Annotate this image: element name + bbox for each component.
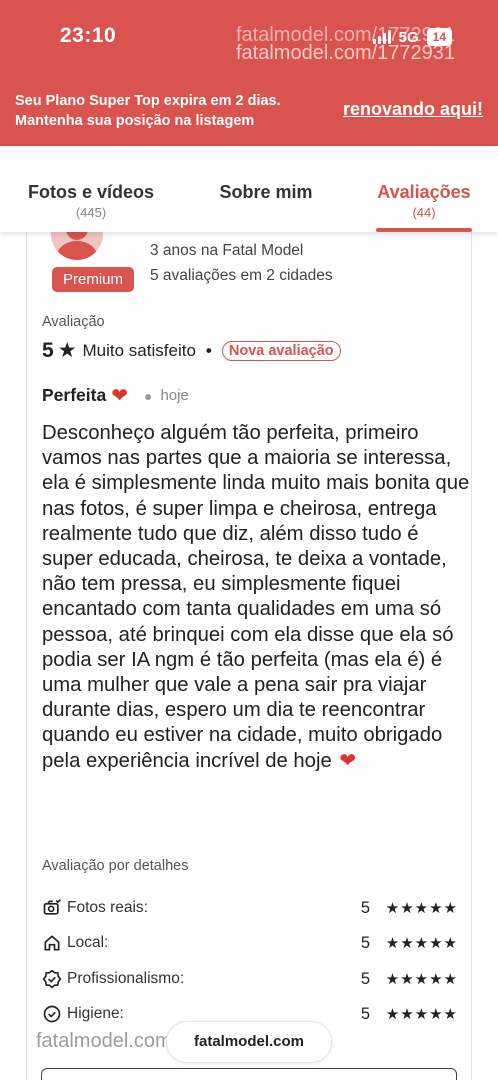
separator-dot: ● [143,387,153,404]
heart-icon: ❤ [111,385,128,407]
details-label: Avaliação por detalhes [42,858,189,874]
plan-line-2: Mantenha sua posição na listagem [15,113,255,129]
renew-plan-link[interactable]: renovando aqui! [343,99,483,120]
rating-score: 5 [42,338,54,362]
url-bar[interactable]: fatalmodel.com [166,1021,332,1063]
check-circle-icon [43,1005,61,1023]
tab-avaliacoes[interactable]: Avaliações (44) [374,182,474,220]
detail-row-profissionalismo: Profissionalismo: 5 ★★★★★ [42,967,458,991]
plan-expiry-text: Seu Plano Super Top expira em 2 dias. Ma… [15,91,281,131]
detail-value: 5 [360,969,370,988]
home-icon [44,935,60,951]
battery-icon: 14 [426,28,452,46]
reviewer-since: 3 anos na Fatal Model [150,242,304,259]
detail-stars: ★★★★★ [385,935,458,952]
camera-check-icon [43,899,61,915]
review-body: Desconheço alguém tão perfeita, primeiro… [42,421,472,774]
status-time: 23:10 [60,24,117,47]
detail-label: Higiene: [67,1005,124,1022]
detail-value: 5 [360,1004,370,1023]
rating-text: Muito satisfeito [82,340,196,360]
separator-dot: • [205,340,212,360]
network-type: 5G [398,28,419,46]
detail-label: Local: [67,934,109,951]
detail-row-local: Local: 5 ★★★★★ [42,931,458,955]
review-text: Desconheço alguém tão perfeita, primeiro… [42,422,470,772]
tab-label: Avaliações [377,182,471,202]
review-time: hoje [160,387,189,404]
detail-stars: ★★★★★ [385,971,458,988]
top-banner: 23:10 fatalmodel.com/1772931 fatalmodel.… [0,0,498,146]
detail-stars: ★★★★★ [385,900,458,917]
rating-section-label: Avaliação [42,314,105,330]
detail-value: 5 [360,898,370,917]
tab-label: Sobre mim [219,182,313,202]
new-review-badge: Nova avaliação [221,340,341,361]
active-tab-indicator [376,228,472,232]
shield-check-icon [42,969,62,989]
detail-label: Profissionalismo: [67,970,185,987]
rating-row: 5 ★ Muito satisfeito • Nova avaliação [42,338,341,363]
heart-icon: ❤ [339,749,357,772]
status-icons: 5G 14 [372,28,452,46]
reviewer-review-count: 5 avaliações em 2 cidades [150,267,333,284]
bottom-action-button[interactable] [41,1068,457,1080]
premium-badge: Premium [52,267,134,292]
tab-sobre-mim[interactable]: Sobre mim [212,182,320,205]
review-title: Perfeita [42,385,107,405]
detail-row-fotos: Fotos reais: 5 ★★★★★ [42,896,458,920]
detail-stars: ★★★★★ [385,1006,458,1023]
star-icon: ★ [57,339,77,362]
signal-icon [372,30,391,44]
review-title-row: Perfeita ❤ ● hoje [42,383,189,408]
tab-count: (44) [412,205,436,220]
profile-tabs: Fotos e vídeos (445) Sobre mim Avaliaçõe… [0,146,498,232]
tab-count: (445) [75,205,107,220]
tab-label: Fotos e vídeos [27,182,155,202]
detail-label: Fotos reais: [67,899,148,916]
plan-line-1: Seu Plano Super Top expira em 2 dias. [15,93,281,109]
tab-fotos-videos[interactable]: Fotos e vídeos (445) [24,182,158,220]
detail-value: 5 [360,933,370,952]
